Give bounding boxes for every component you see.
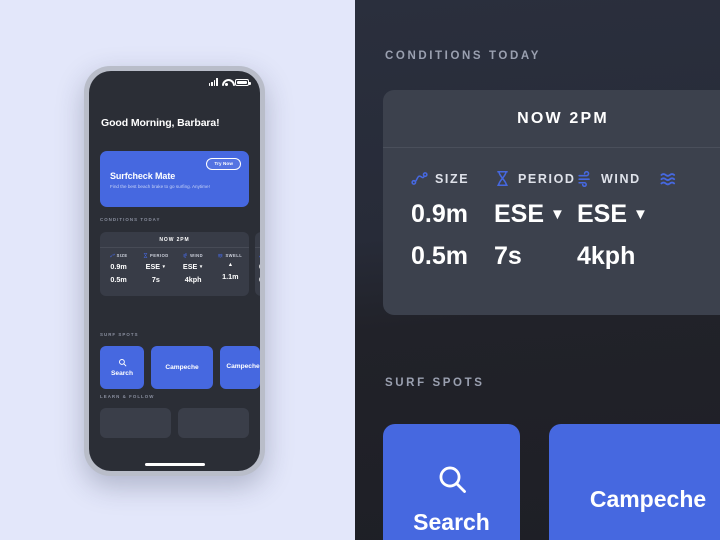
- phone-conditions-card[interactable]: NOW 2PM SIZE 0.9m 0.5m PERIOD ESE ▼ 7s W…: [100, 232, 249, 296]
- phone-spot-campeche-button-2[interactable]: Campeche: [220, 346, 260, 389]
- phone-screen: Good Morning, Barbara! Try Now Surfcheck…: [89, 71, 260, 471]
- wind-icon: [183, 253, 188, 258]
- detail-col-wind: WIND ESE ▼ 4kph: [577, 170, 660, 271]
- battery-icon: [235, 78, 251, 86]
- detail-col-period: PERIOD ESE ▼ 7s: [494, 170, 577, 271]
- phone-col-v1-size: 0.9m: [110, 262, 127, 271]
- phone-spot-search-label: Search: [111, 370, 133, 377]
- detail-wind-arrow-icon: ▼: [633, 206, 648, 223]
- swell-waves-icon: [660, 173, 676, 186]
- detail-conditions-grid: SIZE 0.9m 0.5m PERIOD ESE ▼ 7s WIND ESE …: [383, 148, 720, 271]
- phone-swell-arrow-icon: ▲: [227, 262, 234, 268]
- phone-col-head-swell: SWELL: [212, 253, 249, 258]
- phone-learn-row: [100, 408, 249, 438]
- phone-surf-spots-row: Search Campeche Campeche: [100, 346, 260, 389]
- detail-spot-search-button[interactable]: Search: [383, 424, 520, 540]
- phone-conditions-now-label: NOW 2PM: [100, 232, 249, 248]
- detail-now-label: NOW 2PM: [383, 90, 720, 148]
- phone-col-label-wind: WIND: [190, 253, 204, 258]
- phone-wind-arrow-icon: ▼: [198, 264, 204, 269]
- wifi-icon: [222, 78, 231, 86]
- phone-conditions-grid: SIZE 0.9m 0.5m PERIOD ESE ▼ 7s WIND ESE …: [100, 248, 249, 284]
- detail-surf-spots-row: Search Campeche: [383, 424, 720, 540]
- search-icon: [439, 466, 466, 493]
- detail-panel: CONDITIONS TODAY NOW 2PM SIZE 0.9m 0.5m: [355, 0, 720, 540]
- phone-col-v1-wind: ESE ▼: [182, 262, 204, 271]
- detail-conditions-card[interactable]: NOW 2PM SIZE 0.9m 0.5m PERIOD ESE ▼ 7s W…: [383, 90, 720, 315]
- phone-next-col: 0 0: [259, 253, 260, 284]
- phone-spot-campeche-button[interactable]: Campeche: [151, 346, 213, 389]
- phone-conditions-label: CONDITIONS TODAY: [100, 217, 161, 222]
- signal-bars-icon: [208, 78, 218, 86]
- phone-period-arrow-icon: ▼: [161, 264, 167, 269]
- phone-spot-campeche-label-2: Campeche: [226, 363, 260, 370]
- wave-size-icon: [259, 255, 260, 258]
- phone-condition-col-size: SIZE 0.9m 0.5m: [100, 253, 137, 284]
- phone-col-v2-size: 0.5m: [110, 275, 127, 284]
- phone-col-v1-swell: ▲: [212, 262, 249, 268]
- detail-spot-campeche-button[interactable]: Campeche: [549, 424, 720, 540]
- wave-size-icon: [109, 253, 115, 258]
- swell-waves-icon: [218, 253, 223, 258]
- left-showcase-panel: Good Morning, Barbara! Try Now Surfcheck…: [0, 0, 355, 540]
- phone-learn-card[interactable]: [100, 408, 171, 438]
- promo-subtitle: Find the best beach brake to go surfing.…: [110, 183, 210, 189]
- promo-card[interactable]: Try Now Surfcheck Mate Find the best bea…: [100, 151, 249, 207]
- phone-condition-col-period: PERIOD ESE ▼ 7s: [137, 253, 174, 284]
- hourglass-icon: [497, 170, 508, 187]
- detail-label-size: SIZE: [435, 171, 470, 186]
- detail-label-period: PERIOD: [518, 171, 576, 186]
- phone-status-bar: [208, 78, 251, 86]
- detail-spot-campeche-label: Campeche: [589, 485, 707, 512]
- phone-mockup-frame: Good Morning, Barbara! Try Now Surfcheck…: [84, 66, 265, 476]
- promo-title: Surfcheck Mate: [110, 171, 176, 181]
- home-indicator: [144, 463, 205, 466]
- phone-learn-card[interactable]: [178, 408, 249, 438]
- detail-v2-wind: 4kph: [577, 242, 636, 270]
- detail-head-wind: WIND: [577, 170, 660, 187]
- detail-surf-spots-label: SURF SPOTS: [385, 377, 485, 389]
- phone-col-head-wind: WIND: [175, 253, 212, 258]
- phone-col-head-period: PERIOD: [137, 253, 174, 258]
- phone-col-label-period: PERIOD: [150, 253, 169, 258]
- detail-col-swell: [660, 170, 720, 271]
- phone-col-v1-period: ESE ▼: [145, 262, 167, 271]
- phone-col-label-swell: SWELL: [225, 253, 243, 258]
- phone-next-card-grid: 0 0: [255, 248, 260, 284]
- phone-surf-spots-label: SURF SPOTS: [100, 332, 139, 337]
- detail-v2-size: 0.5m: [411, 242, 468, 270]
- wave-size-icon: [411, 172, 428, 185]
- phone-col-head-size: SIZE: [100, 253, 137, 258]
- phone-condition-col-wind: WIND ESE ▼ 4kph: [175, 253, 212, 284]
- phone-spot-search-button[interactable]: Search: [100, 346, 144, 389]
- detail-v1-period: ESE ▼: [494, 200, 565, 228]
- detail-head-size: SIZE: [411, 170, 494, 187]
- phone-col-v2-wind: 4kph: [184, 275, 202, 284]
- search-icon: [118, 359, 126, 367]
- screenshot-stage: Good Morning, Barbara! Try Now Surfcheck…: [0, 0, 720, 540]
- try-now-badge[interactable]: Try Now: [206, 158, 241, 170]
- phone-col-v2-period: 7s: [151, 275, 160, 284]
- detail-spot-search-label: Search: [413, 508, 490, 535]
- detail-head-period: PERIOD: [494, 170, 577, 187]
- detail-period-arrow-icon: ▼: [550, 206, 565, 223]
- phone-col-label-size: SIZE: [116, 253, 128, 258]
- detail-conditions-label: CONDITIONS TODAY: [385, 50, 541, 62]
- phone-col-v2-swell: 1.1m: [222, 272, 239, 281]
- detail-v1-size: 0.9m: [411, 200, 468, 228]
- phone-conditions-card-next[interactable]: 0 0: [255, 232, 260, 296]
- phone-spot-campeche-label: Campeche: [165, 364, 199, 371]
- phone-learn-follow-label: LEARN & FOLLOW: [100, 394, 155, 399]
- phone-condition-col-swell: SWELL ▲ 1.1m: [212, 253, 249, 284]
- greeting-text: Good Morning, Barbara!: [101, 117, 220, 129]
- wind-icon: [578, 170, 590, 187]
- detail-v2-period: 7s: [494, 242, 522, 270]
- detail-head-swell: [660, 170, 720, 187]
- hourglass-icon: [143, 253, 148, 258]
- detail-col-size: SIZE 0.9m 0.5m: [411, 170, 494, 271]
- detail-label-wind: WIND: [601, 171, 641, 186]
- detail-v1-wind: ESE ▼: [577, 200, 648, 228]
- phone-next-card-now: [255, 232, 260, 248]
